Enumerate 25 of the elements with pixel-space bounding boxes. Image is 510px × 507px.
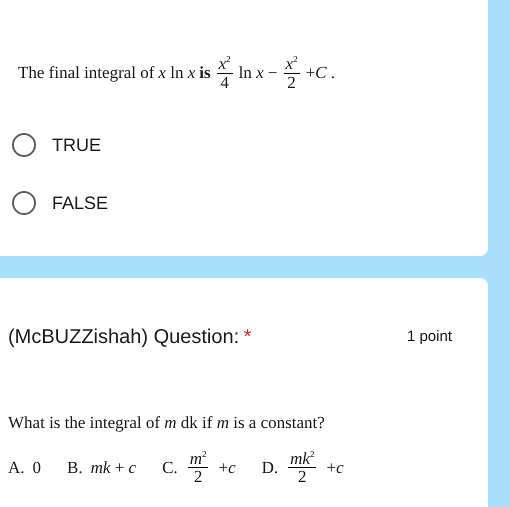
question-text: What is the integral of m dk if m is a constant? — [8, 412, 326, 434]
math-expression: mk + c — [90, 457, 136, 480]
required-asterisk: * — [244, 326, 252, 348]
option-label[interactable]: TRUE — [52, 132, 101, 158]
radio-button[interactable] — [12, 191, 36, 215]
fraction: x$^{2}$ 2 — [284, 54, 300, 92]
math-expression: x ln x — [158, 62, 196, 84]
fraction: x$^{2}$ 4 — [216, 54, 233, 92]
choice-letter: B. — [67, 457, 83, 480]
choice-letter: D. — [262, 457, 278, 480]
math-expression: ln x − — [238, 62, 278, 84]
math-expression: 0 — [32, 457, 42, 480]
choice-letter: A. — [8, 457, 25, 480]
math-expression: +C . — [306, 62, 335, 84]
math-expression: +c — [326, 457, 344, 480]
fraction: mk$^{2}$ 2 — [288, 450, 316, 486]
choice-letter: C. — [162, 457, 178, 480]
statement-text: is — [199, 62, 211, 84]
question-title: (McBUZZishah) Question: — [8, 326, 240, 348]
math-expression: +c — [218, 457, 236, 480]
fraction: m$^{2}$ 2 — [188, 450, 208, 486]
points-label: 1 point — [406, 326, 452, 347]
option-label[interactable]: FALSE — [52, 190, 108, 216]
radio-button[interactable] — [12, 133, 36, 157]
statement-text: The final integral of — [18, 62, 154, 84]
